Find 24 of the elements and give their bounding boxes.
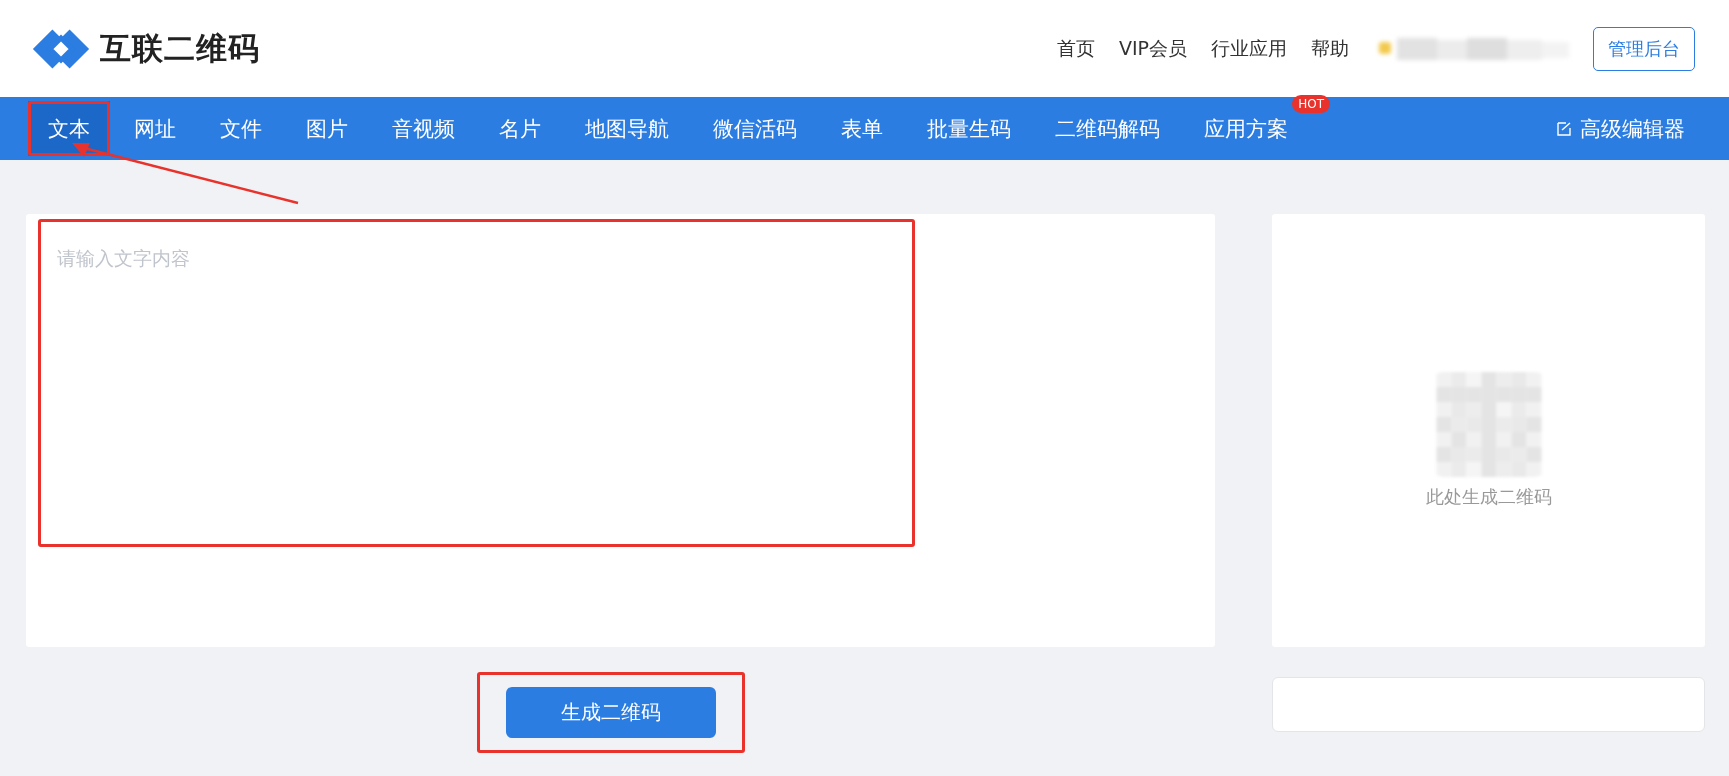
nav-tab[interactable]: 地图导航 <box>565 101 689 156</box>
nav-link[interactable]: 帮助 <box>1311 35 1349 62</box>
brand-name: 互联二维码 <box>100 28 260 68</box>
nav-tab[interactable]: 批量生码 <box>907 101 1031 156</box>
admin-button[interactable]: 管理后台 <box>1593 26 1695 71</box>
nav-link[interactable]: 行业应用 <box>1211 35 1287 62</box>
preview-caption: 此处生成二维码 <box>1425 485 1552 509</box>
generate-button[interactable]: 生成二维码 <box>505 687 716 738</box>
edit-icon <box>1556 120 1572 137</box>
hot-badge: HOT <box>1292 95 1330 113</box>
logo-icon <box>30 26 92 71</box>
nav-tab[interactable]: 表单 <box>821 101 903 156</box>
nav-tab[interactable]: 微信活码 <box>693 101 817 156</box>
nav-tab[interactable]: 二维码解码 <box>1035 101 1180 156</box>
nav-tab[interactable]: 文件 <box>200 101 282 156</box>
editor-link[interactable]: 高级编辑器 <box>1556 114 1685 143</box>
nav-tab[interactable]: 图片 <box>286 101 368 156</box>
nav-tab[interactable]: 名片 <box>479 101 561 156</box>
nav-tab[interactable]: 网址 <box>114 101 196 156</box>
nav-tab[interactable]: 音视频 <box>372 101 475 156</box>
nav-link[interactable]: VIP会员 <box>1118 35 1187 62</box>
text-input-field[interactable]: 请输入文字内容 <box>38 219 915 547</box>
nav-link[interactable]: 首页 <box>1056 35 1095 62</box>
option-card[interactable] <box>1272 677 1705 732</box>
